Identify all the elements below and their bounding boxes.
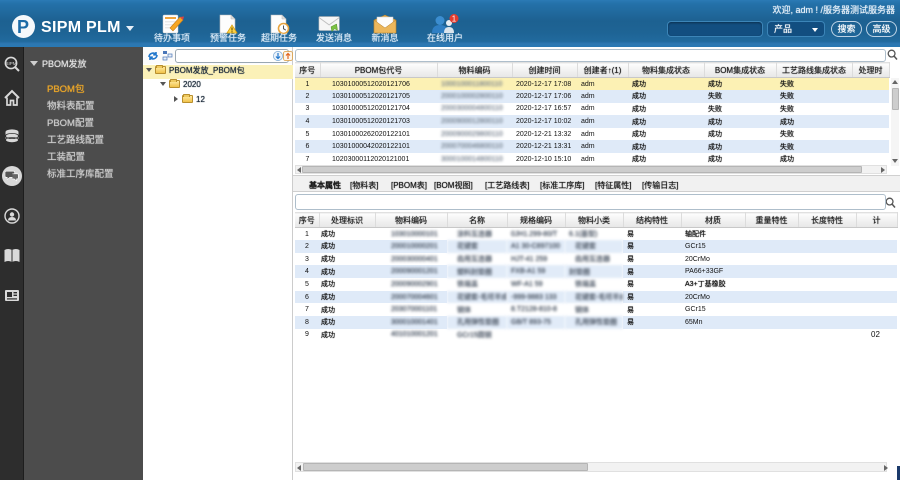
svg-text:SIPM: SIPM	[5, 61, 16, 66]
svg-text:1: 1	[452, 15, 457, 24]
